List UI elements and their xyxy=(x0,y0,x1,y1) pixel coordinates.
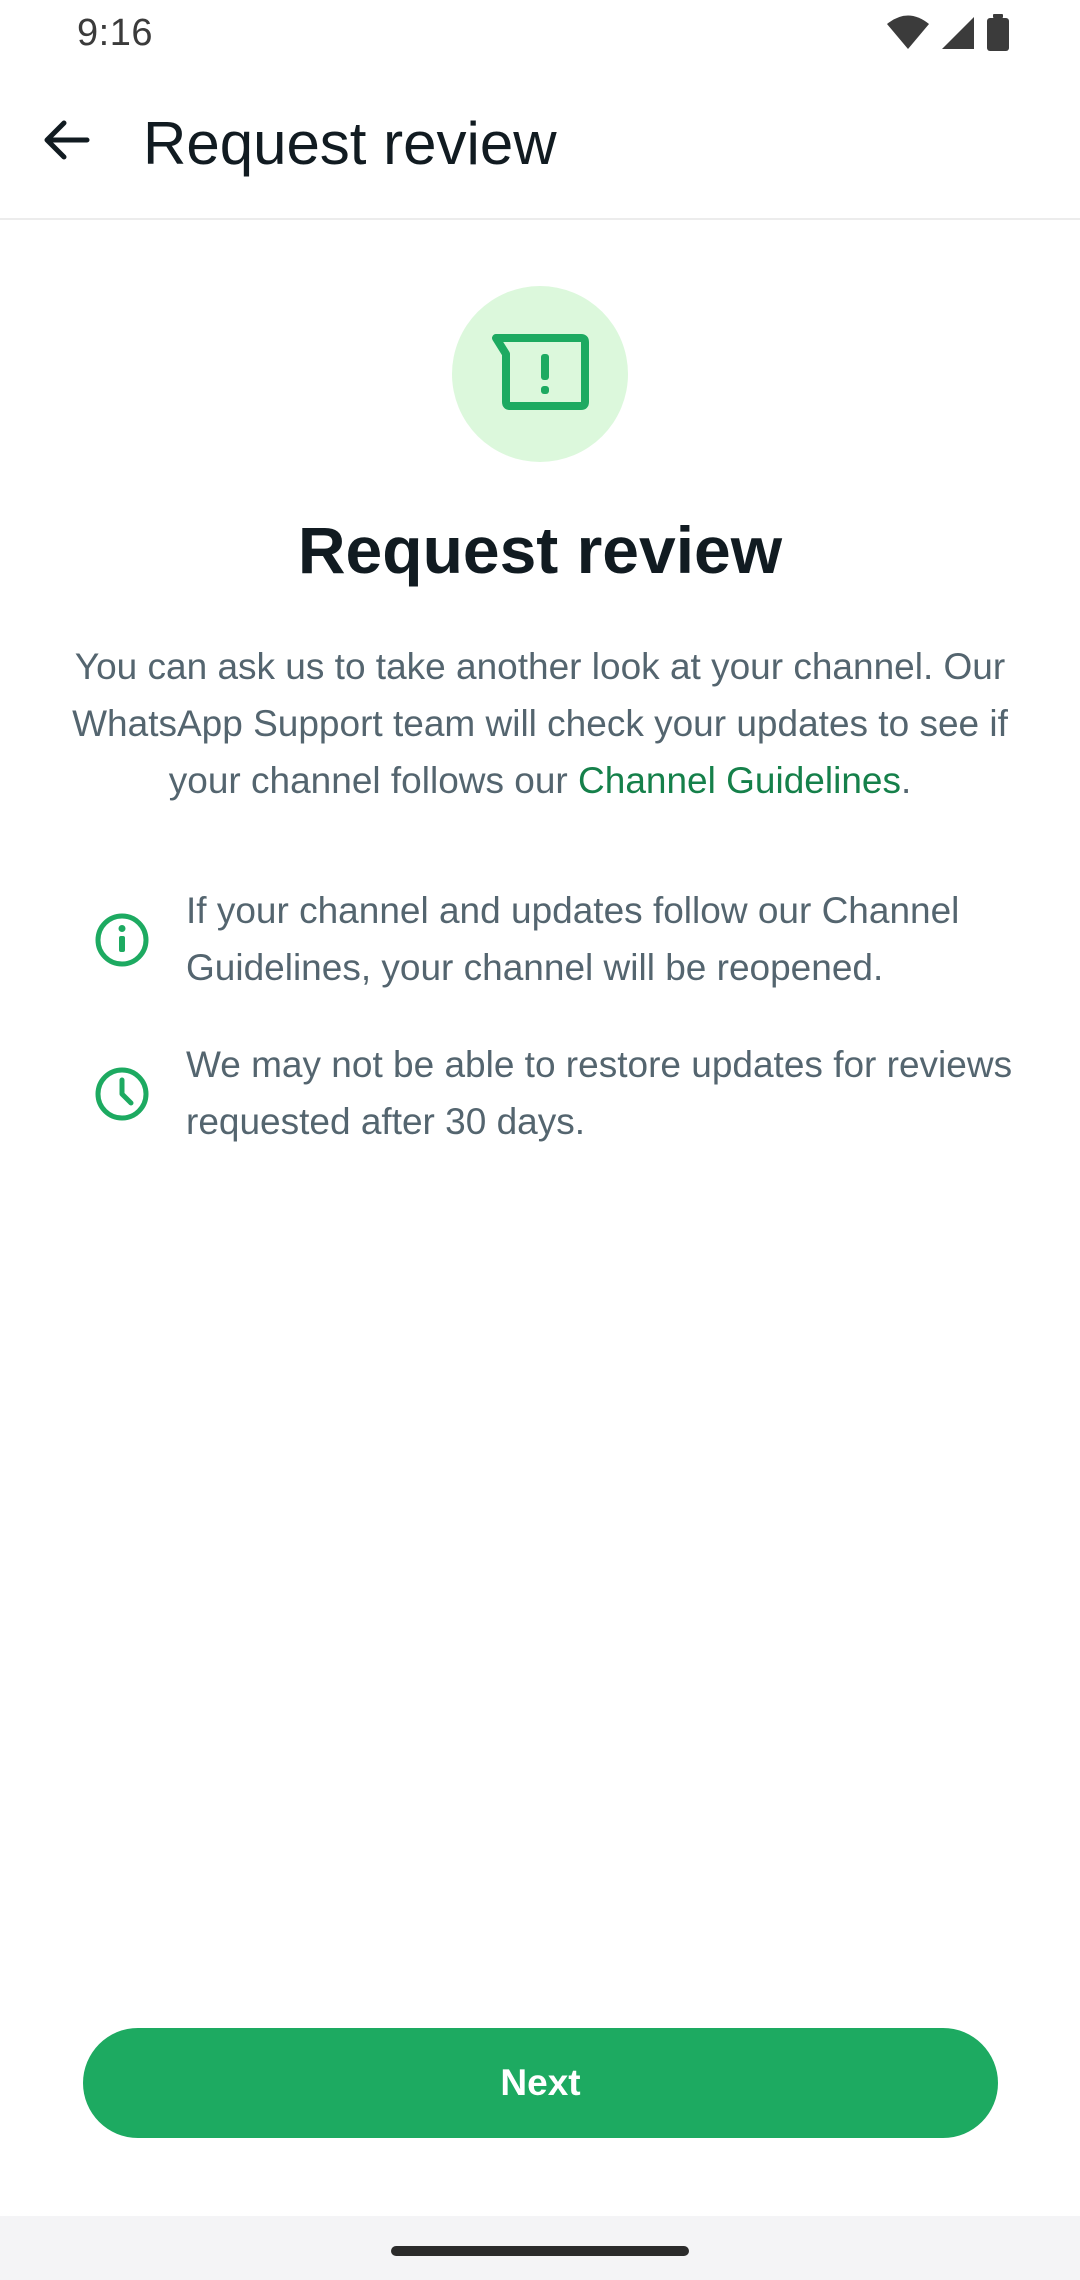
info-item-reopen: If your channel and updates follow our C… xyxy=(88,882,1018,996)
info-item-restore-limit: We may not be able to restore updates fo… xyxy=(88,1036,1018,1150)
cellular-signal-icon xyxy=(940,15,976,51)
next-button-label: Next xyxy=(500,2062,581,2103)
info-icon xyxy=(88,906,156,974)
info-item-text: We may not be able to restore updates fo… xyxy=(186,1044,1013,1142)
status-icons xyxy=(886,14,1010,52)
clock-icon xyxy=(88,1060,156,1128)
channel-guidelines-link[interactable]: Channel Guidelines xyxy=(578,760,901,801)
navigation-bar xyxy=(0,2216,1080,2280)
app-bar-title: Request review xyxy=(143,110,557,177)
gesture-handle[interactable] xyxy=(391,2246,689,2256)
info-item-text: If your channel and updates follow our C… xyxy=(186,890,960,988)
back-button[interactable] xyxy=(30,106,102,178)
hero-title: Request review xyxy=(297,513,783,587)
next-button[interactable]: Next xyxy=(83,2028,998,2138)
report-message-icon xyxy=(490,332,590,417)
arrow-back-icon xyxy=(41,115,91,170)
description-suffix: . xyxy=(900,760,912,801)
request-review-screen: 9:16 Request review Request review You c… xyxy=(0,0,1080,2280)
status-bar: 9:16 xyxy=(0,0,1080,72)
wifi-icon xyxy=(886,15,930,51)
app-bar: Request review xyxy=(0,72,1080,220)
description-text: You can ask us to take another look at y… xyxy=(70,638,1010,809)
hero-icon-circle xyxy=(452,286,628,462)
status-time: 9:16 xyxy=(77,12,153,54)
battery-icon xyxy=(986,14,1010,52)
